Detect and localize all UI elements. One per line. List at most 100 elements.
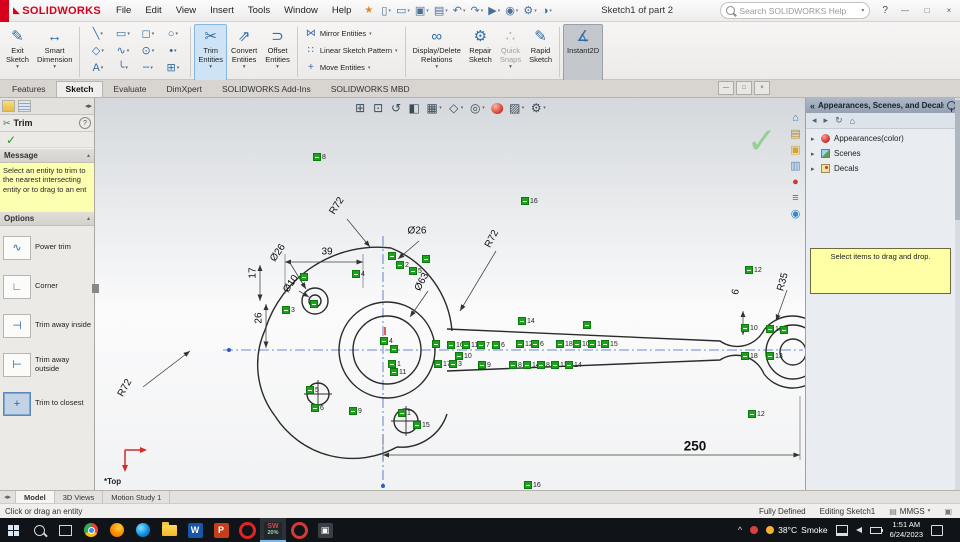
sketch-relation-badge[interactable]: 14 <box>518 317 535 325</box>
tray-expand-icon[interactable]: ^ <box>738 525 742 535</box>
design-library-icon[interactable]: ▤ <box>790 128 800 140</box>
corner-option[interactable]: ∟ Corner <box>0 267 94 306</box>
sketch-relation-badge[interactable]: 18 <box>741 352 758 360</box>
previous-view-icon[interactable]: ↺ <box>390 101 402 115</box>
restore-button[interactable]: □ <box>916 1 938 21</box>
pm-tab-list-icon[interactable] <box>18 100 31 112</box>
powerpoint-icon[interactable]: P <box>208 518 234 542</box>
sketch-relation-badge[interactable]: 8 <box>313 153 326 161</box>
sketch-relation-badge[interactable]: 6 <box>531 340 544 348</box>
menu-item[interactable]: Tools <box>241 2 277 19</box>
confirmation-corner-check-icon[interactable]: ✓ <box>747 120 777 162</box>
rebuild-icon[interactable]: ◉ ▾ <box>503 3 520 18</box>
sketch-relation-badge[interactable]: 14 <box>565 361 582 369</box>
instant2d-button[interactable]: ∡ Instant2D <box>563 24 604 81</box>
dimension-label-Ø10[interactable]: Ø10 <box>281 273 301 295</box>
sketch-relation-badge[interactable]: 16 <box>524 481 541 489</box>
sketch-relation-badge[interactable]: 5 <box>409 267 422 275</box>
redo-icon[interactable]: ↷ ▾ <box>468 3 485 18</box>
solidworks-taskbar-icon[interactable]: SW 20% <box>260 518 286 542</box>
sketch-relation-badge[interactable]: 8 <box>509 361 522 369</box>
tree-item-decals[interactable]: ▸ Decals <box>806 161 960 176</box>
collapse-caret-icon[interactable]: ▴ <box>87 152 90 159</box>
expander-icon[interactable]: ▸ <box>811 150 817 158</box>
view-palette-icon[interactable]: ▥ <box>790 160 800 172</box>
linear-sketch-pattern-button[interactable]: ∷ Linear Sketch Pattern ▾ <box>301 42 402 59</box>
pin-star-icon[interactable]: ★ <box>364 5 373 16</box>
circle-tool[interactable]: ○ ▾ <box>160 25 185 42</box>
doc-close-button[interactable]: × <box>754 81 770 95</box>
convert-entities-button[interactable]: ⇗ Convert Entities ▾ <box>227 24 261 81</box>
trim-away-inside-option[interactable]: ⊣ Trim away inside <box>0 306 94 345</box>
polygon-tool[interactable]: ◇ ▾ <box>85 42 110 59</box>
trim-to-closest-option[interactable]: + Trim to closest <box>0 384 94 423</box>
taskbar-search-button[interactable] <box>26 518 52 542</box>
panel-resize-handle[interactable] <box>92 284 99 293</box>
construction-line-tool[interactable]: ╌ ▾ <box>135 59 160 76</box>
model-tab[interactable]: 3D Views <box>55 491 104 503</box>
model-tab[interactable]: Model <box>16 491 55 503</box>
clock-widget[interactable]: 1:51 AM 6/24/2023 <box>890 520 923 540</box>
sketch-relation-badge[interactable] <box>432 340 440 348</box>
dimension-label-6[interactable]: 6 <box>730 288 742 295</box>
start-button[interactable] <box>0 518 26 542</box>
close-button[interactable]: × <box>938 1 960 21</box>
customize-statusbar-icon[interactable]: ▣ <box>944 507 952 516</box>
command-tab[interactable]: SOLIDWORKS MBD <box>321 81 420 97</box>
menu-item[interactable]: Insert <box>203 2 241 19</box>
options-section-header[interactable]: Options <box>4 214 34 223</box>
save-icon[interactable]: ▣ ▾ <box>413 3 431 18</box>
solidworks-resources-icon[interactable]: ⌂ <box>792 112 799 124</box>
point-tool[interactable]: • ▾ <box>160 42 185 59</box>
menu-item[interactable]: Window <box>277 2 325 19</box>
sketch-relation-badge[interactable]: 13 <box>766 352 783 360</box>
sketch-relation-badge[interactable]: 8 <box>537 361 550 369</box>
section-view-icon[interactable]: ◧ <box>408 101 420 115</box>
home-icon[interactable]: ⌂ <box>850 116 855 126</box>
mirror-entities-button[interactable]: ⋈ Mirror Entities ▾ <box>301 25 402 42</box>
back-icon[interactable]: ◂ <box>812 115 817 126</box>
message-section-header[interactable]: Message <box>4 151 38 160</box>
sketch-relation-badge[interactable]: 1 <box>398 409 411 417</box>
chrome-icon[interactable] <box>78 518 104 542</box>
slot-tool[interactable]: ◻ ▾ <box>135 25 160 42</box>
units-selector[interactable]: MMGS <box>900 507 925 516</box>
dimension-label-R72[interactable]: R72 <box>483 228 501 249</box>
dimension-label-17[interactable]: 17 <box>248 267 259 278</box>
spline-tool[interactable]: ∿ ▾ <box>110 42 135 59</box>
hide-show-items-icon[interactable]: ◎ ▾ <box>469 101 485 115</box>
task-pane-scrollbar[interactable] <box>955 98 960 490</box>
menu-item[interactable]: Help <box>325 2 359 19</box>
file-explorer-taskbar-icon[interactable] <box>156 518 182 542</box>
sketch-relation-badge[interactable]: 12 <box>745 266 762 274</box>
trim-away-outside-option[interactable]: ⊢ Trim away outside <box>0 345 94 384</box>
tray-app-icon[interactable] <box>750 526 759 534</box>
ok-checkmark-button[interactable]: ✓ <box>6 134 16 146</box>
command-tab[interactable]: DimXpert <box>157 81 212 97</box>
sketch-relation-badge[interactable] <box>388 252 396 260</box>
help-search-box[interactable]: Search SOLIDWORKS Help ▾ <box>720 2 871 19</box>
dimension-label-26[interactable]: 26 <box>254 312 265 323</box>
expander-icon[interactable]: ▸ <box>811 135 817 143</box>
quick-snaps-button[interactable]: ∴ Quick Snaps ▾ <box>496 24 525 81</box>
opera-icon[interactable] <box>234 518 260 542</box>
ellipse-tool[interactable]: ⊙ ▾ <box>135 42 160 59</box>
network-icon[interactable] <box>835 524 848 536</box>
expander-icon[interactable]: ▸ <box>811 165 817 173</box>
model-tab[interactable]: Motion Study 1 <box>103 491 171 503</box>
smart-dimension-button[interactable]: ↔ Smart Dimension ▾ <box>33 24 76 81</box>
dimension-label-R35[interactable]: R35 <box>775 272 790 293</box>
forum-icon[interactable]: ◉ <box>791 208 801 220</box>
command-tab[interactable]: Evaluate <box>103 81 156 97</box>
word-icon[interactable]: W <box>182 518 208 542</box>
recorder-icon[interactable] <box>286 518 312 542</box>
options-gear-icon[interactable]: ⚙ ▾ <box>521 3 538 18</box>
sketch-relation-badge[interactable]: 7 <box>477 341 490 349</box>
dimension-label-39[interactable]: 39 <box>321 247 332 258</box>
sketch-relation-badge[interactable] <box>300 273 308 281</box>
search-dropdown-icon[interactable]: ▾ <box>861 7 864 14</box>
power-trim-option[interactable]: ∿ Power trim <box>0 228 94 267</box>
battery-icon[interactable] <box>869 526 884 534</box>
repair-sketch-button[interactable]: ⚙ Repair Sketch <box>465 24 496 81</box>
command-tab[interactable]: Sketch <box>55 81 104 97</box>
